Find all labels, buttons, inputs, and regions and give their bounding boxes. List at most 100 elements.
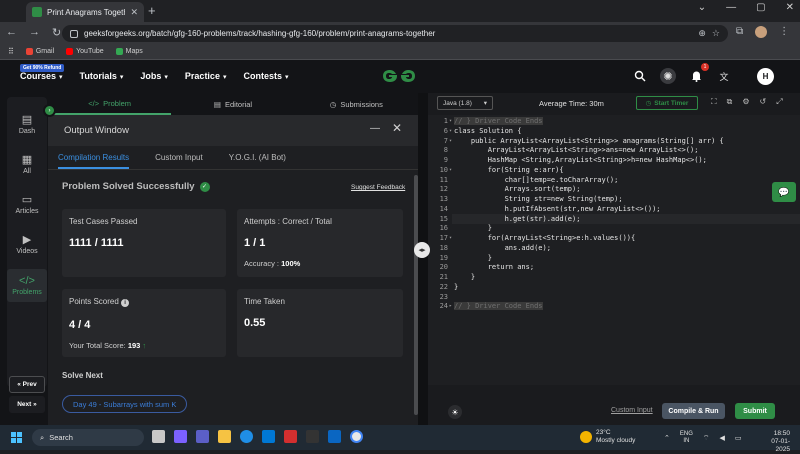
nav-contests[interactable]: Contests ▾ <box>243 71 288 81</box>
language-select[interactable]: Java (1.8) ▾ <box>437 96 493 110</box>
nav-jobs[interactable]: Jobs ▾ <box>140 71 168 81</box>
custom-input-button[interactable]: Custom Input <box>611 407 653 414</box>
back-icon[interactable]: ← <box>6 26 17 39</box>
solved-status: Problem Solved Successfully ✓ <box>62 181 210 192</box>
tab-submissions[interactable]: ◷ Submissions <box>295 93 418 115</box>
next-problem-link[interactable]: Day 49 - Subarrays with sum K <box>62 395 188 413</box>
edge-icon[interactable] <box>240 430 253 443</box>
new-tab-button[interactable]: + <box>148 3 156 18</box>
browser-tab[interactable]: Print Anagrams Together | Prac ✕ <box>26 2 144 22</box>
teams-icon[interactable] <box>196 430 209 443</box>
store-icon[interactable] <box>262 430 275 443</box>
bookmark-maps[interactable]: Maps <box>115 48 143 55</box>
nav-tutorials[interactable]: Tutorials ▾ <box>80 71 124 81</box>
minimize-icon[interactable]: — <box>370 123 380 134</box>
bookmark-youtube[interactable]: YouTube <box>66 48 104 55</box>
apps-grid-icon[interactable]: ⠿ <box>8 47 14 56</box>
language-indicator[interactable]: ENG IN <box>680 431 693 445</box>
chrome-icon[interactable] <box>350 430 363 443</box>
settings-icon[interactable]: ⚙ <box>742 97 749 107</box>
fold-toggle-icon[interactable]: ▸ <box>449 303 452 309</box>
minimize-window-button[interactable]: — <box>726 2 736 13</box>
line-number: 19 <box>439 253 448 262</box>
sidebar-item-videos[interactable]: ▶ Videos <box>7 233 47 255</box>
expand-icon[interactable]: ⤢ <box>776 97 782 107</box>
start-timer-button[interactable]: ◷ Start Timer <box>636 96 698 110</box>
chrome-menu-icon[interactable]: ⋮ <box>779 26 789 38</box>
gfg-logo[interactable] <box>381 68 417 84</box>
profile-avatar[interactable] <box>755 26 768 38</box>
total-score-label: Your Total Score: <box>69 341 126 350</box>
tray-overflow-icon[interactable]: ⌃ <box>664 434 670 442</box>
code-editor[interactable]: 1 ▾// } Driver Code Ends 6 ▾ class Solution … <box>428 115 800 385</box>
omnibox[interactable]: geeksforgeeks.org/batch/gfg-160-problems… <box>62 25 728 42</box>
search-icon[interactable] <box>632 68 648 84</box>
chat-icon[interactable]: 💬 <box>772 182 796 202</box>
window-controls: ⌄ — ▢ ✕ <box>698 2 794 13</box>
theme-toggle-icon[interactable]: ✺ <box>660 68 676 84</box>
collapse-sidebar-icon[interactable]: › <box>43 104 56 117</box>
fold-toggle-icon[interactable]: ▾ <box>449 118 452 124</box>
lightbulb-icon[interactable]: ☀ <box>448 405 462 419</box>
fold-toggle-icon[interactable]: ▾ <box>449 167 452 173</box>
code-line: public ArrayList<ArrayList<String>> anag… <box>454 136 724 145</box>
close-window-button[interactable]: ✕ <box>786 2 794 13</box>
tab-yogi-ai-bot[interactable]: Y.O.G.I. (AI Bot) <box>229 146 286 169</box>
volume-icon[interactable]: ◀ <box>719 434 724 442</box>
taskbar-search[interactable]: ⌕ Search <box>32 429 144 446</box>
mcafee-icon[interactable] <box>284 430 297 443</box>
sidebar-item-articles[interactable]: ▭ Articles <box>7 193 47 215</box>
wifi-icon[interactable]: ⌔ <box>703 434 710 443</box>
battery-icon[interactable]: ▭ <box>735 434 742 442</box>
sidebar-item-problems[interactable]: </> Problems <box>7 269 47 302</box>
fold-toggle-icon[interactable]: ▾ <box>449 128 452 134</box>
extensions-icon[interactable]: ⧉ <box>736 26 743 38</box>
copy-icon[interactable]: ⧉ <box>727 97 733 107</box>
linkedin-icon[interactable] <box>328 430 341 443</box>
test-cases-value: 1111 / 1111 <box>69 237 124 249</box>
translate-icon[interactable]: ⊕ <box>698 28 706 39</box>
site-info-icon[interactable] <box>70 29 78 38</box>
file-explorer-icon[interactable] <box>218 430 231 443</box>
task-view-icon[interactable] <box>152 430 165 443</box>
forward-icon[interactable]: → <box>29 26 40 39</box>
tab-problem[interactable]: </> Problem <box>48 93 172 115</box>
copilot-icon[interactable] <box>174 430 187 443</box>
reset-icon[interactable]: ↺ <box>760 97 767 107</box>
fullscreen-icon[interactable]: ⛶ <box>711 97 717 107</box>
tab-custom-input[interactable]: Custom Input <box>155 146 203 169</box>
suggest-feedback-link[interactable]: Suggest Feedback <box>351 184 405 191</box>
nav-courses[interactable]: Courses ▾ <box>20 71 63 81</box>
user-avatar[interactable]: H <box>757 68 774 85</box>
line-number: 10 <box>439 165 448 174</box>
tab-close-icon[interactable]: ✕ <box>130 7 138 18</box>
fold-toggle-icon[interactable]: ▾ <box>449 235 452 241</box>
next-button[interactable]: Next » <box>9 396 45 413</box>
weather-widget[interactable]: 23°C Mostly cloudy <box>580 429 635 445</box>
bookmark-gmail[interactable]: Gmail <box>25 48 54 55</box>
tab-editorial[interactable]: ▤ Editorial <box>171 93 294 115</box>
tab-search-icon[interactable]: ⌄ <box>698 2 706 13</box>
windows-start-icon[interactable] <box>11 432 22 443</box>
info-icon[interactable]: i <box>121 299 130 307</box>
maximize-window-button[interactable]: ▢ <box>756 2 765 13</box>
line-number: 17 <box>439 234 448 242</box>
taskbar-clock[interactable]: 18:50 07-01-2025 <box>760 430 790 454</box>
sidebar-item-all[interactable]: ▦ All <box>7 153 47 175</box>
reload-icon[interactable]: ↻ <box>52 26 61 39</box>
nav-practice[interactable]: Practice ▾ <box>185 71 227 81</box>
fold-toggle-icon[interactable]: ▾ <box>449 138 452 144</box>
bookmark-star-icon[interactable]: ☆ <box>712 28 720 39</box>
compile-run-button[interactable]: Compile & Run <box>662 403 725 419</box>
prev-button[interactable]: « Prev <box>9 376 45 393</box>
translate-icon[interactable]: 文 <box>716 68 732 84</box>
url-text[interactable]: geeksforgeeks.org/batch/gfg-160-problems… <box>84 29 692 38</box>
tab-compilation-results[interactable]: Compilation Results <box>58 146 130 169</box>
panel-splitter[interactable] <box>418 93 428 425</box>
bell-icon[interactable]: 1 <box>688 63 709 84</box>
terminal-icon[interactable] <box>306 430 319 443</box>
submit-button[interactable]: Submit <box>735 403 775 419</box>
resize-handle-icon[interactable]: ◂▸ <box>414 242 430 258</box>
sidebar-item-dash[interactable]: ▤ Dash <box>7 113 47 135</box>
close-icon[interactable]: ✕ <box>392 121 402 135</box>
